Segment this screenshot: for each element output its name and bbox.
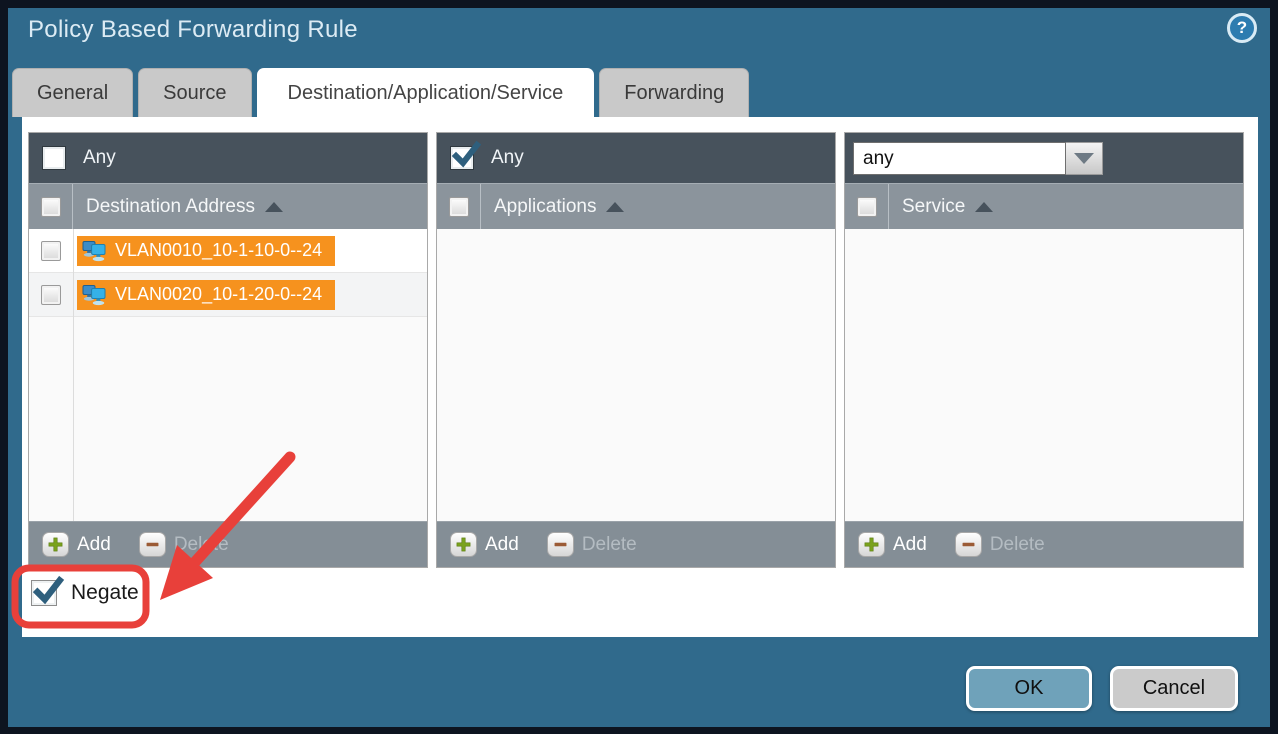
service-list [845, 229, 1243, 521]
tab-bar: General Source Destination/Application/S… [12, 68, 749, 117]
row-checkbox[interactable] [41, 241, 61, 261]
pbf-rule-dialog: Policy Based Forwarding Rule ? General S… [0, 0, 1278, 734]
destination-column-header[interactable]: Destination Address [86, 196, 255, 218]
row-checkbox[interactable] [41, 285, 61, 305]
destination-any-bar: Any [29, 133, 427, 183]
add-icon [858, 532, 885, 557]
dropdown-button[interactable] [1066, 142, 1103, 175]
tab-forwarding[interactable]: Forwarding [599, 68, 749, 117]
service-dropdown-value[interactable]: any [853, 142, 1066, 175]
service-select-all-cell [845, 184, 889, 229]
delete-label: Delete [174, 534, 229, 556]
address-object-chip[interactable]: VLAN0010_10-1-10-0--24 [77, 236, 335, 266]
add-button[interactable]: Add [42, 532, 111, 557]
destination-any-checkbox[interactable] [42, 146, 66, 170]
add-label: Add [77, 534, 111, 556]
destination-any-label: Any [83, 147, 116, 169]
delete-icon [139, 532, 166, 557]
delete-button[interactable]: Delete [547, 532, 637, 557]
applications-select-all-checkbox[interactable] [449, 197, 469, 217]
sort-asc-icon[interactable] [606, 202, 624, 212]
address-object-icon [82, 283, 107, 306]
dialog-actions: OK Cancel [966, 666, 1238, 711]
destination-select-all-cell [29, 184, 73, 229]
service-column-header[interactable]: Service [902, 196, 965, 218]
applications-toolbar: Add Delete [437, 521, 835, 567]
applications-list [437, 229, 835, 521]
help-icon[interactable]: ? [1227, 13, 1257, 43]
tab-general[interactable]: General [12, 68, 133, 117]
applications-any-bar: Any [437, 133, 835, 183]
dialog-title: Policy Based Forwarding Rule [28, 16, 358, 44]
add-button[interactable]: Add [858, 532, 927, 557]
tab-destination-application-service[interactable]: Destination/Application/Service [257, 68, 595, 117]
destination-panel: Any Destination Address [28, 132, 428, 568]
add-label: Add [485, 534, 519, 556]
applications-any-label: Any [491, 147, 524, 169]
service-select-all-checkbox[interactable] [857, 197, 877, 217]
address-object-icon [82, 239, 107, 262]
negate-control: Negate [31, 580, 139, 606]
checkmark-icon [31, 574, 65, 608]
help-glyph: ? [1237, 18, 1247, 38]
table-row[interactable]: VLAN0020_10-1-20-0--24 [29, 273, 427, 317]
checkmark-icon [450, 140, 482, 172]
destination-column-header-row: Destination Address [29, 183, 427, 229]
row-checkbox-cell [29, 241, 73, 261]
applications-column-header-row: Applications [437, 183, 835, 229]
applications-panel: Any Applications Add [436, 132, 836, 568]
service-dropdown-bar: any [845, 133, 1243, 183]
table-row[interactable]: VLAN0010_10-1-10-0--24 [29, 229, 427, 273]
destination-toolbar: Add Delete [29, 521, 427, 567]
address-object-chip[interactable]: VLAN0020_10-1-20-0--24 [77, 280, 335, 310]
service-toolbar: Add Delete [845, 521, 1243, 567]
service-panel: any Service Add [844, 132, 1244, 568]
applications-column-header[interactable]: Applications [494, 196, 596, 218]
sort-asc-icon[interactable] [265, 202, 283, 212]
delete-button[interactable]: Delete [955, 532, 1045, 557]
tab-content: Any Destination Address [22, 117, 1258, 637]
row-checkbox-cell [29, 285, 73, 305]
delete-label: Delete [990, 534, 1045, 556]
tab-source[interactable]: Source [138, 68, 251, 117]
service-column-header-row: Service [845, 183, 1243, 229]
destination-list: VLAN0010_10-1-10-0--24 [29, 229, 427, 521]
applications-any-checkbox[interactable] [450, 146, 474, 170]
delete-label: Delete [582, 534, 637, 556]
cancel-button[interactable]: Cancel [1110, 666, 1238, 711]
chevron-down-icon [1074, 153, 1094, 164]
ok-button[interactable]: OK [966, 666, 1092, 711]
add-icon [450, 532, 477, 557]
delete-icon [955, 532, 982, 557]
sort-asc-icon[interactable] [975, 202, 993, 212]
add-label: Add [893, 534, 927, 556]
negate-checkbox[interactable] [31, 580, 57, 606]
add-icon [42, 532, 69, 557]
address-object-label: VLAN0020_10-1-20-0--24 [115, 284, 322, 305]
service-dropdown: any [853, 142, 1103, 175]
address-object-label: VLAN0010_10-1-10-0--24 [115, 240, 322, 261]
applications-select-all-cell [437, 184, 481, 229]
delete-button[interactable]: Delete [139, 532, 229, 557]
destination-select-all-checkbox[interactable] [41, 197, 61, 217]
delete-icon [547, 532, 574, 557]
add-button[interactable]: Add [450, 532, 519, 557]
negate-label: Negate [71, 581, 139, 605]
